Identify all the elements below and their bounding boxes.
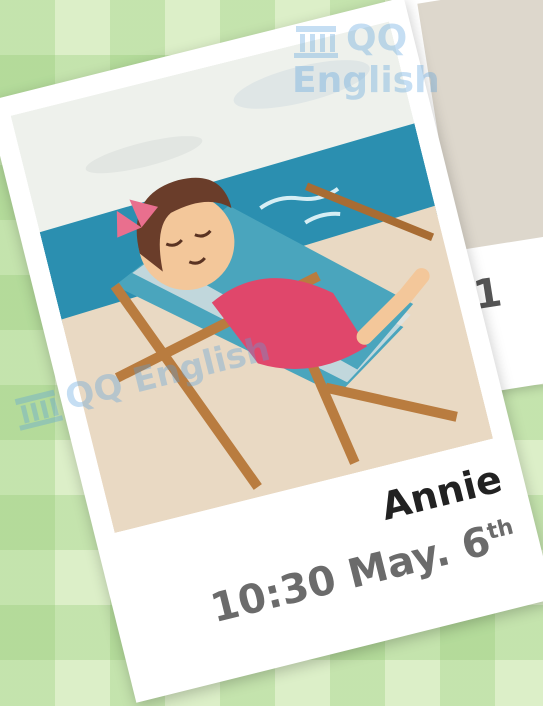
library-building-icon (294, 26, 338, 58)
watermark-top: QQ English (292, 18, 543, 101)
date-suffix: th (484, 514, 516, 546)
lesson-date: May. 6 (343, 518, 495, 598)
lesson-time: 10:30 (206, 556, 341, 633)
lesson-datetime: 10:30 May. 6th (206, 512, 520, 633)
